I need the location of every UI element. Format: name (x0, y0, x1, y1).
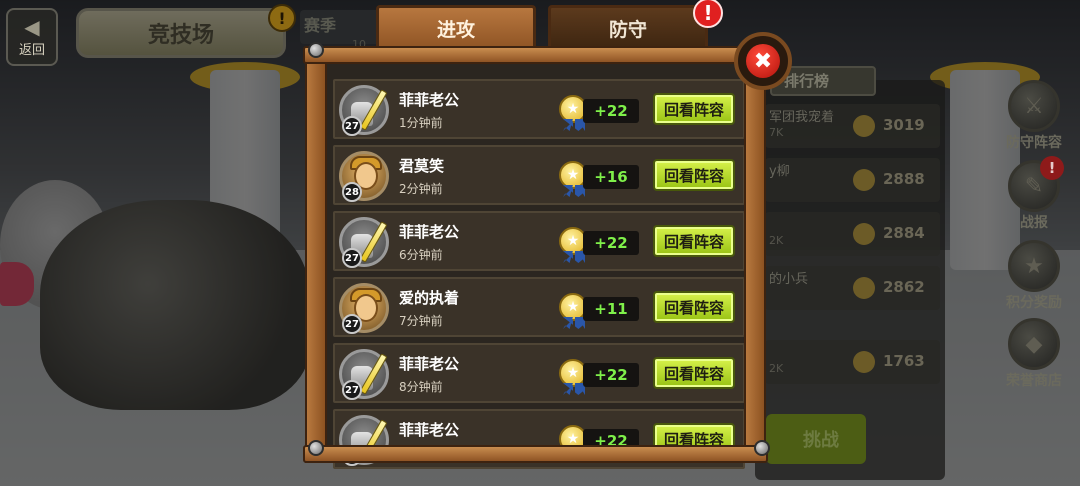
player-name: 君莫笑 (399, 157, 445, 175)
tab-defense-label: 防守 (608, 19, 647, 41)
ranking-score: 2862 (883, 278, 925, 296)
ranking-row: y柳 2888 (765, 158, 940, 202)
back-arrow-icon: ◀ (24, 14, 40, 39)
gem-icon: ◆ (1008, 318, 1060, 370)
knight-avatar-icon: 27 (339, 217, 389, 268)
side-button-label: 战报 (1020, 215, 1048, 231)
list-item: 28 君莫笑 2分钟前 ★ +16 回看阵容 (333, 145, 745, 205)
hero-avatar-icon: 27 (339, 283, 389, 334)
view-lineup-button[interactable]: 回看阵容 (653, 357, 735, 389)
knight-avatar-icon: 27 (339, 85, 389, 136)
battle-time: 6分钟前 (399, 248, 443, 262)
view-lineup-button[interactable]: 回看阵容 (653, 291, 735, 323)
side-button-label: 荣誉商店 (1006, 373, 1062, 389)
score-change: +11 (583, 297, 639, 321)
ranking-player-power: 7K (769, 126, 784, 139)
medal-icon (853, 351, 875, 373)
wood-frame-right (744, 46, 766, 463)
medal-icon: ★ (1008, 240, 1060, 292)
list-item: 27 菲菲老公 6分钟前 ★ +22 回看阵容 (333, 211, 745, 271)
player-name: 菲菲老公 (399, 355, 460, 373)
list-item: 27 菲菲老公 1分钟前 ★ +22 回看阵容 (333, 79, 745, 139)
defense-lineup-button[interactable]: ⚔ 防守阵容 (996, 80, 1072, 154)
ranking-score: 1763 (883, 352, 925, 370)
side-button-label: 积分奖励 (1006, 295, 1062, 311)
medal-icon (853, 169, 875, 191)
score-change: +22 (583, 99, 639, 123)
level-badge: 27 (342, 248, 362, 268)
side-button-label: 防守阵容 (1006, 135, 1062, 151)
close-icon: ✖ (746, 44, 780, 78)
medal-icon (853, 223, 875, 245)
ranking-row: 2K 2884 (765, 212, 940, 256)
alert-badge-icon: ! (1040, 156, 1064, 180)
ranking-player-name: 的小兵 (769, 272, 809, 287)
player-name: 菲菲老公 (399, 421, 460, 439)
view-lineup-button[interactable]: 回看阵容 (653, 93, 735, 125)
battle-time: 7分钟前 (399, 314, 443, 328)
rivet-icon (754, 440, 770, 456)
view-lineup-button[interactable]: 回看阵容 (653, 159, 735, 191)
level-badge: 27 (342, 380, 362, 400)
challenge-label: 挑战 (803, 430, 839, 451)
hero-avatar-icon: 28 (339, 151, 389, 202)
honor-shop-button[interactable]: ◆ 荣誉商店 (996, 318, 1072, 392)
medal-icon (853, 115, 875, 137)
shield-icon: ⚔ (1008, 80, 1060, 132)
score-change: +22 (583, 231, 639, 255)
wood-frame-bottom (303, 445, 768, 463)
battle-time: 8分钟前 (399, 380, 443, 394)
ranking-row: 军团我宠着 7K 3019 (765, 104, 940, 148)
level-badge: 27 (342, 314, 362, 334)
view-lineup-button[interactable]: 回看阵容 (653, 225, 735, 257)
wood-frame-left (305, 46, 327, 463)
level-badge: 28 (342, 182, 362, 202)
list-item: 27 爱的执着 7分钟前 ★ +11 回看阵容 (333, 277, 745, 337)
challenge-button[interactable]: 挑战 (766, 414, 866, 464)
back-button[interactable]: ◀ 返回 (6, 8, 58, 66)
tab-attack[interactable]: 进攻 (376, 5, 536, 49)
battle-time: 2分钟前 (399, 182, 443, 196)
list-item: 27 菲菲老公 8分钟前 ★ +22 回看阵容 (333, 343, 745, 403)
season-tab: 赛季 (304, 16, 337, 35)
ranking-score: 3019 (883, 116, 925, 134)
ribbon-icon (563, 383, 585, 395)
exclamation-icon[interactable]: ! (268, 4, 296, 32)
ribbon-icon (563, 317, 585, 329)
ranking-row: 的小兵 2862 (765, 266, 940, 310)
rivet-icon (308, 440, 324, 456)
ribbon-icon (563, 251, 585, 263)
wood-frame-top (303, 46, 768, 64)
ribbon-icon (563, 185, 585, 197)
medal-icon (853, 277, 875, 299)
back-label: 返回 (18, 42, 45, 58)
player-name: 爱的执着 (399, 289, 460, 307)
ranking-row-self: 2K 1763 (765, 340, 940, 384)
rivet-icon (308, 42, 324, 58)
ranking-score: 2884 (883, 224, 925, 242)
knight-avatar-icon: 27 (339, 349, 389, 400)
arena-title: 竞技场 (76, 8, 286, 58)
level-badge: 27 (342, 116, 362, 136)
tab-attack-label: 进攻 (436, 19, 475, 41)
ranking-player-name: 军团我宠着 (769, 110, 835, 125)
score-change: +16 (583, 165, 639, 189)
close-button[interactable]: ✖ (734, 32, 792, 90)
battle-time: 1分钟前 (399, 116, 443, 130)
player-name: 菲菲老公 (399, 223, 460, 241)
ranking-player-name: y柳 (769, 164, 790, 179)
player-name: 菲菲老公 (399, 91, 460, 109)
ranking-player-power: 2K (769, 362, 784, 375)
points-reward-button[interactable]: ★ 积分奖励 (996, 240, 1072, 314)
score-change: +22 (583, 363, 639, 387)
ribbon-icon (563, 119, 585, 131)
ranking-player-power: 2K (769, 234, 784, 247)
ranking-score: 2888 (883, 170, 925, 188)
tab-defense[interactable]: 防守 (548, 5, 708, 49)
